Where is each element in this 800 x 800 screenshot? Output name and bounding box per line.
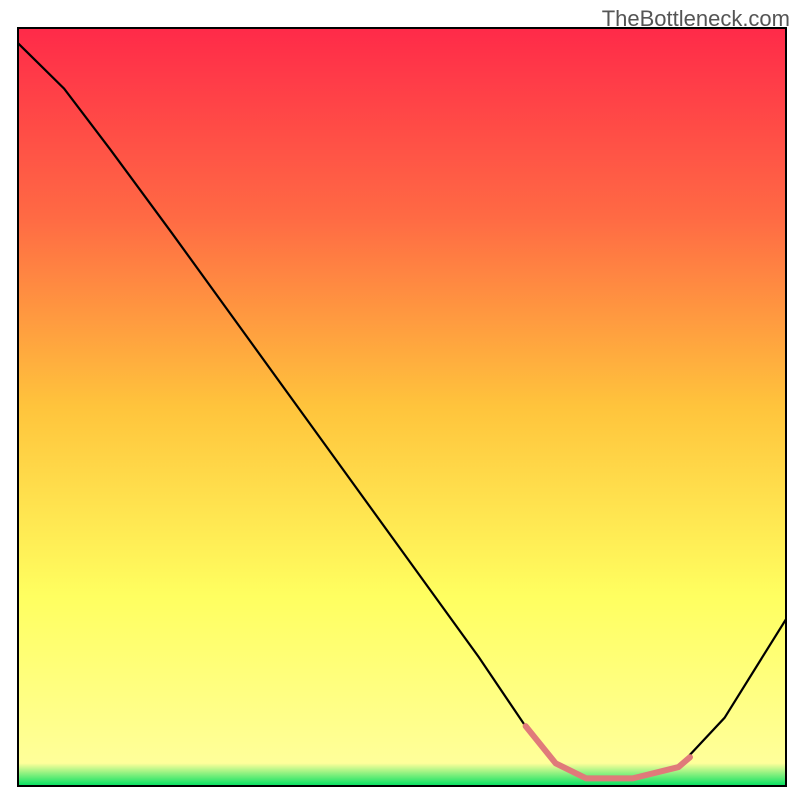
chart-container: TheBottleneck.com: [0, 0, 800, 800]
attribution-label: TheBottleneck.com: [602, 6, 790, 32]
bottleneck-chart: [0, 0, 800, 800]
